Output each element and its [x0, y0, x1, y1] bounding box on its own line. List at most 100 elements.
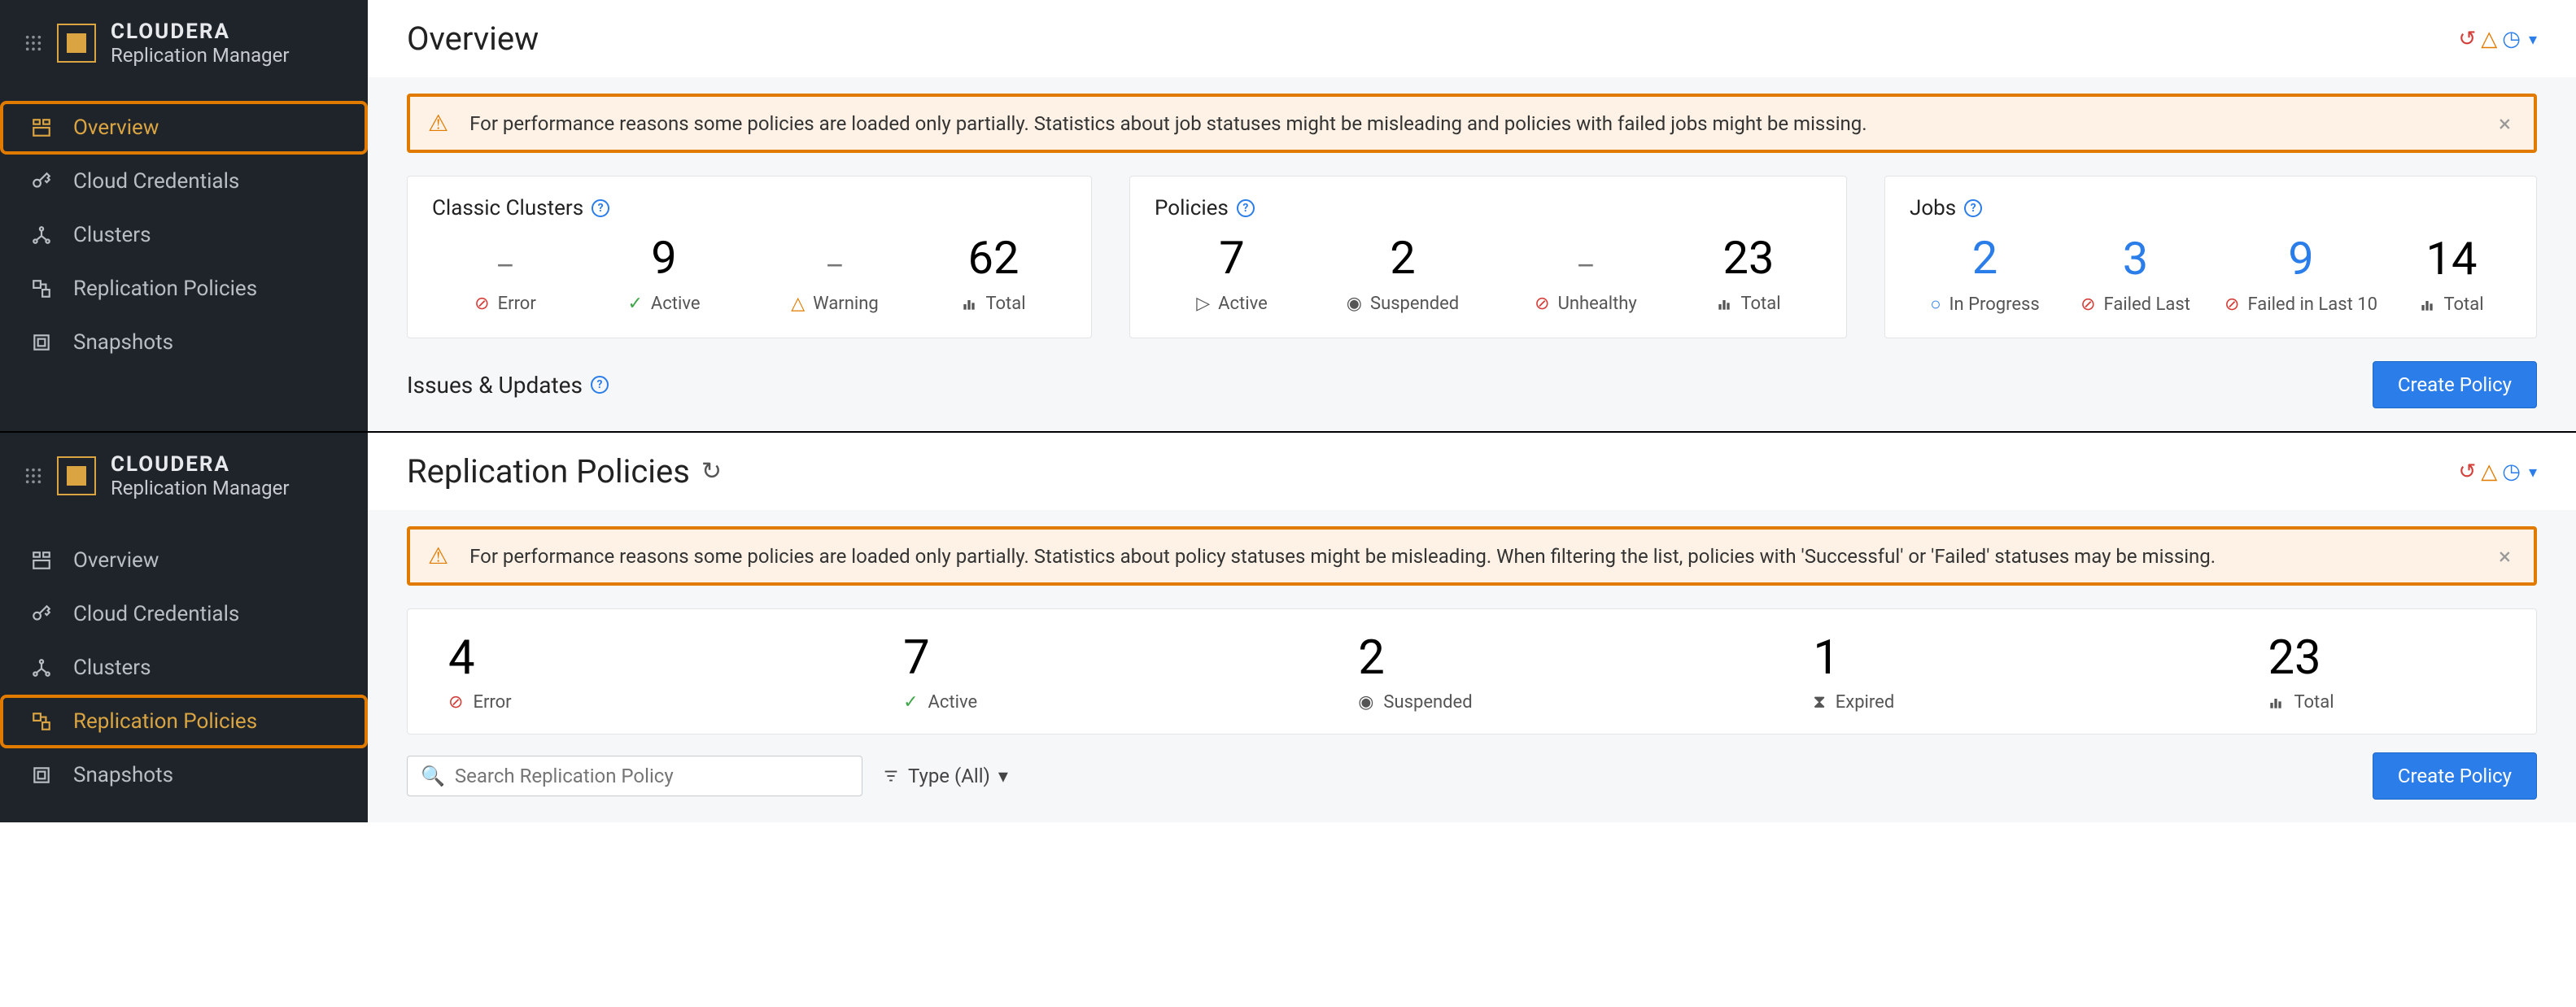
summary-expired[interactable]: 1 ⧗Expired — [1813, 630, 2268, 713]
stat-label: Failed in Last 10 — [2247, 294, 2377, 315]
stat-active[interactable]: 9 ✓Active — [579, 235, 749, 314]
stat-label: Active — [1218, 294, 1268, 314]
issues-updates-label: Issues & Updates — [407, 372, 583, 399]
stat-unhealthy[interactable]: – ⊘Unhealthy — [1496, 235, 1675, 314]
stat-value: 9 — [651, 235, 676, 281]
chevron-down-icon: ▾ — [2529, 462, 2537, 482]
stat-failed-last[interactable]: 3 ⊘Failed Last — [2060, 235, 2211, 315]
card-title-label: Policies — [1155, 196, 1229, 220]
history-icon: ↺ — [2458, 27, 2476, 51]
warning-alert: ⚠ For performance reasons some policies … — [407, 94, 2537, 153]
stat-label: Total — [2443, 294, 2483, 315]
apps-grid-icon[interactable] — [24, 467, 42, 485]
stat-suspended[interactable]: 2 ◉Suspended — [1309, 235, 1496, 314]
overview-icon — [31, 117, 55, 138]
sidebar-item-cloud-credentials[interactable]: Cloud Credentials — [0, 587, 368, 641]
sidebar-item-overview[interactable]: Overview — [0, 101, 368, 155]
policies-summary: 4 ⊘ Error 7 ✓Active 2 ◉Suspended 1 ⧗Expir… — [407, 608, 2537, 735]
sidebar-header: CLOUDERA Replication Manager — [0, 433, 368, 519]
sidebar-header: CLOUDERA Replication Manager — [0, 0, 368, 86]
sidebar-item-cloud-credentials[interactable]: Cloud Credentials — [0, 155, 368, 208]
card-classic-clusters: Classic Clusters ? – ⊘Error 9 ✓Active — [407, 176, 1092, 338]
sidebar-item-label: Clusters — [73, 223, 151, 247]
sidebar-item-overview[interactable]: Overview — [0, 534, 368, 587]
search-input[interactable] — [455, 765, 849, 787]
stat-label: Error — [473, 692, 511, 713]
stat-value: 9 — [2288, 236, 2313, 281]
stat-label: Warning — [813, 294, 879, 314]
stat-label: Expired — [1836, 692, 1894, 713]
help-icon[interactable]: ? — [592, 199, 609, 217]
stat-value: 3 — [2123, 236, 2148, 281]
sidebar-item-label: Replication Policies — [73, 277, 257, 301]
chevron-down-icon: ▾ — [998, 765, 1008, 787]
stop-icon: ◉ — [1347, 294, 1362, 314]
help-icon[interactable]: ? — [1964, 199, 1982, 217]
warning-icon: △ — [2481, 460, 2497, 484]
type-filter-label: Type (All) — [908, 765, 990, 787]
summary-total[interactable]: 23 Total — [2268, 630, 2495, 713]
stat-value: 62 — [968, 235, 1019, 281]
stat-in-progress[interactable]: 2 ○In Progress — [1910, 235, 2060, 315]
key-icon — [31, 604, 55, 625]
create-policy-button[interactable]: Create Policy — [2373, 361, 2537, 408]
overview-icon — [31, 550, 55, 571]
summary-error[interactable]: 4 ⊘ Error — [448, 630, 903, 713]
header-status-icons[interactable]: ↺ △ ◷ ▾ — [2458, 27, 2537, 51]
sidebar-item-clusters[interactable]: Clusters — [0, 641, 368, 695]
stat-value: 7 — [903, 630, 930, 686]
summary-active[interactable]: 7 ✓Active — [903, 630, 1358, 713]
check-icon: ✓ — [903, 692, 918, 713]
stat-warning[interactable]: – △Warning — [749, 235, 920, 314]
brand-product: Replication Manager — [111, 477, 290, 499]
type-filter[interactable]: Type (All) ▾ — [882, 765, 1008, 787]
stat-total[interactable]: 23 Total — [1675, 235, 1822, 314]
clusters-icon — [31, 225, 55, 246]
stat-label: Total — [2294, 692, 2334, 713]
summary-suspended[interactable]: 2 ◉Suspended — [1358, 630, 1813, 713]
stat-label: Suspended — [1370, 294, 1459, 314]
filter-icon — [882, 767, 900, 785]
play-icon: ▷ — [1196, 294, 1210, 314]
warning-icon: △ — [2481, 27, 2497, 51]
stat-value: 2 — [1358, 630, 1385, 686]
stat-value: 2 — [1972, 235, 1997, 281]
stat-value: 4 — [448, 630, 475, 686]
stat-failed-last-10[interactable]: 9 ⊘ Failed in Last 10 — [2211, 235, 2391, 315]
help-icon[interactable]: ? — [591, 376, 609, 394]
clusters-icon — [31, 657, 55, 678]
stat-label: Unhealthy — [1558, 294, 1637, 314]
stat-label: Failed Last — [2104, 294, 2190, 315]
error-icon: ⊘ — [2225, 294, 2239, 315]
header-status-icons[interactable]: ↺ △ ◷ ▾ — [2458, 460, 2537, 484]
stat-value: 23 — [1723, 235, 1775, 281]
stat-total[interactable]: 14 Total — [2391, 235, 2512, 315]
error-icon: ⊘ — [448, 692, 463, 713]
sidebar-item-replication-policies[interactable]: Replication Policies — [0, 262, 368, 316]
help-icon[interactable]: ? — [1237, 199, 1255, 217]
card-title-label: Jobs — [1910, 196, 1956, 220]
stat-error[interactable]: – ⊘Error — [432, 235, 579, 314]
stat-value: 23 — [2268, 630, 2321, 686]
error-icon: ⊘ — [1535, 294, 1549, 314]
replication-icon — [31, 711, 55, 732]
card-title-label: Classic Clusters — [432, 196, 583, 220]
sidebar-item-snapshots[interactable]: Snapshots — [0, 748, 368, 802]
brand-name: CLOUDERA — [111, 20, 290, 44]
sidebar-item-replication-policies[interactable]: Replication Policies — [0, 695, 368, 748]
create-policy-button[interactable]: Create Policy — [2373, 752, 2537, 800]
stat-total[interactable]: 62 Total — [920, 235, 1067, 314]
stat-value: – — [496, 251, 515, 281]
sidebar-item-label: Replication Policies — [73, 709, 257, 734]
alert-close-button[interactable]: × — [2499, 543, 2511, 569]
search-input-wrapper[interactable]: 🔍 — [407, 756, 862, 796]
stop-icon: ◉ — [1358, 692, 1373, 713]
alert-close-button[interactable]: × — [2499, 110, 2511, 137]
sidebar-item-snapshots[interactable]: Snapshots — [0, 316, 368, 369]
apps-grid-icon[interactable] — [24, 34, 42, 52]
progress-icon: ○ — [1930, 294, 1941, 315]
stat-active[interactable]: 7 ▷Active — [1155, 235, 1309, 314]
refresh-icon[interactable]: ↻ — [701, 457, 722, 486]
warning-alert: ⚠ For performance reasons some policies … — [407, 526, 2537, 586]
sidebar-item-clusters[interactable]: Clusters — [0, 208, 368, 262]
